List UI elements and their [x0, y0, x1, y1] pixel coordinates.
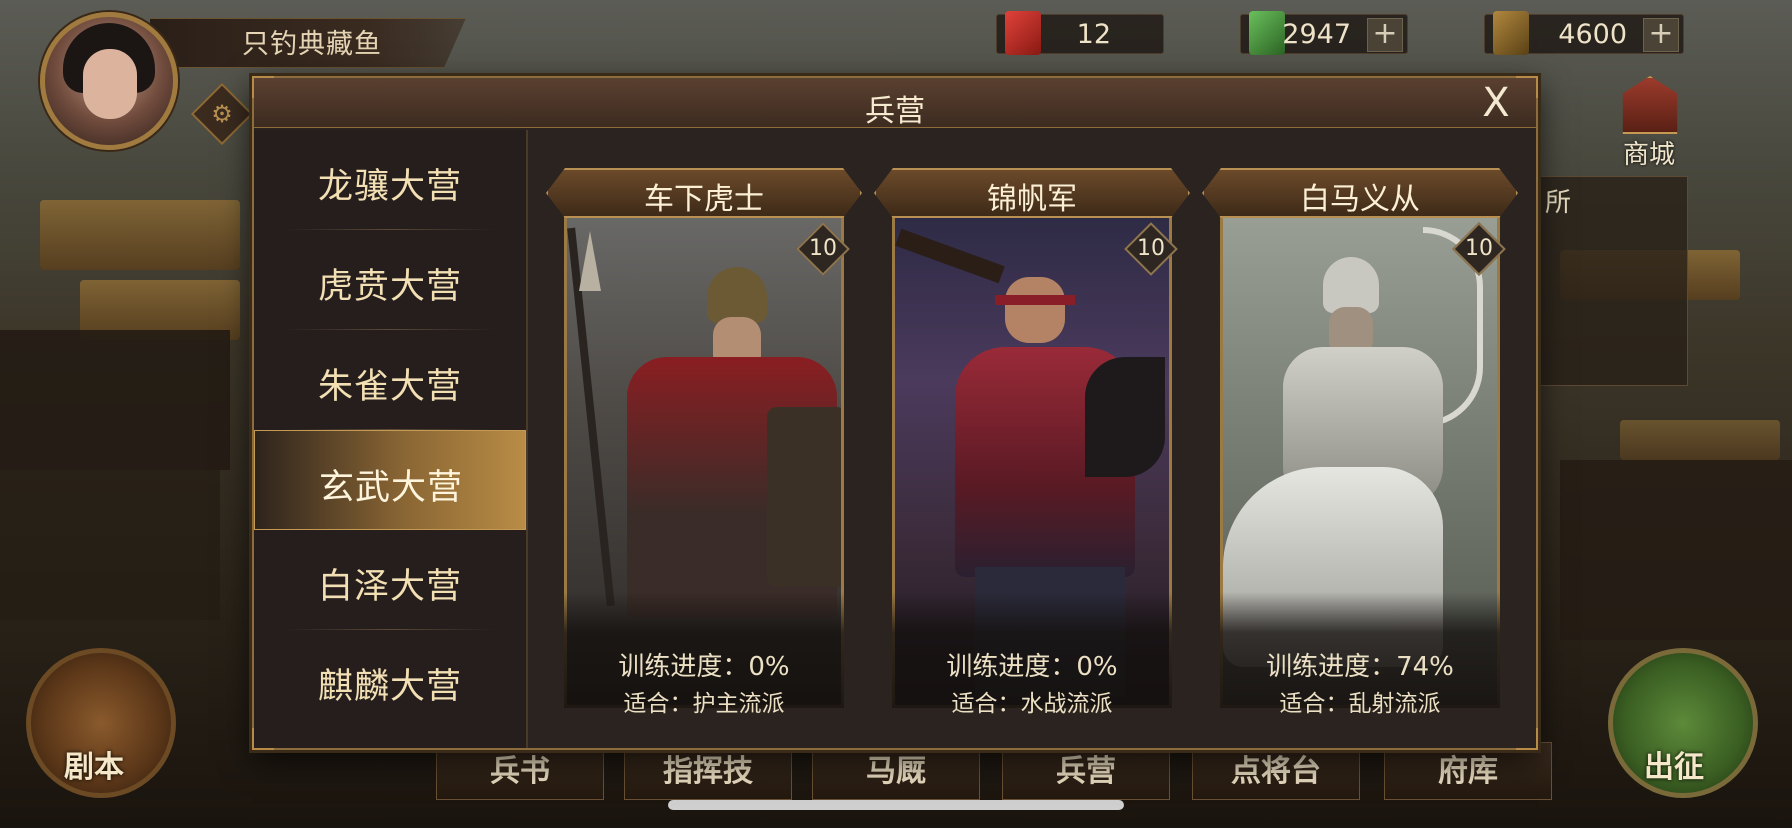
camp-tab-qilin[interactable]: 麒麟大营 — [254, 630, 526, 730]
currency-copper-value: 4600 — [1558, 19, 1627, 50]
unit-title: 锦帆军 — [987, 182, 1077, 217]
camp-tab-zhuque[interactable]: 朱雀大营 — [254, 330, 526, 430]
unit-info: 训练进度：0% 适合：水战流派 — [892, 592, 1172, 717]
unit-card[interactable]: 训练进度：74% 适合：乱射流派 白马义从 10 — [1202, 168, 1518, 718]
unit-info: 训练进度：74% 适合：乱射流派 — [1220, 592, 1500, 717]
currency-jade-value: 2947 — [1282, 19, 1351, 50]
unit-level: 10 — [1465, 236, 1493, 261]
close-button[interactable]: X — [1474, 82, 1518, 126]
bottom-tab-label: 指挥技 — [663, 754, 753, 789]
close-icon: X — [1482, 80, 1510, 126]
unit-title: 车下虎士 — [644, 182, 764, 217]
camp-tab-list: 龙骧大营 虎贲大营 朱雀大营 玄武大营 白泽大营 麒麟大营 — [254, 130, 526, 748]
dialog-title: 兵营 — [865, 94, 925, 129]
dialog-header: 兵营 X — [254, 78, 1536, 129]
unit-style: 适合：护主流派 — [623, 691, 785, 717]
camp-tab-label: 麒麟大营 — [317, 667, 462, 707]
currency-jade: 2947 + — [1240, 11, 1408, 55]
unit-title: 白马义从 — [1300, 182, 1420, 217]
unit-card[interactable]: 训练进度：0% 适合：护主流派 车下虎士 10 — [546, 168, 862, 718]
player-avatar[interactable] — [40, 12, 178, 150]
camp-tab-baize[interactable]: 白泽大营 — [254, 530, 526, 630]
camp-tab-label: 龙骧大营 — [317, 167, 462, 207]
player-name: 只钓典藏鱼 — [242, 29, 382, 60]
copper-jade-icon — [1493, 11, 1529, 55]
home-indicator[interactable] — [668, 800, 1124, 810]
bottom-tab-label: 兵营 — [1056, 754, 1116, 789]
barracks-dialog: 兵营 X 龙骧大营 虎贲大营 朱雀大营 玄武大营 白泽大营 麒麟大营 训练进度：… — [252, 76, 1538, 750]
script-button-label: 剧本 — [64, 750, 124, 785]
bottom-tab-stable[interactable]: 马厩 — [812, 742, 980, 800]
add-jade-button[interactable]: + — [1367, 18, 1403, 52]
shop-icon — [1622, 76, 1678, 134]
tab-divider — [526, 130, 528, 748]
unit-style: 适合：水战流派 — [951, 691, 1113, 717]
bottom-tab-barracks[interactable]: 兵营 — [1002, 742, 1170, 800]
unit-info: 训练进度：0% 适合：护主流派 — [564, 592, 844, 717]
currency-token: 12 — [996, 11, 1164, 55]
bottom-tab-label: 点将台 — [1231, 754, 1321, 789]
camp-tab-huben[interactable]: 虎贲大营 — [254, 230, 526, 330]
camp-tab-xuanwu[interactable]: 玄武大营 — [254, 430, 526, 530]
unit-level: 10 — [1137, 236, 1165, 261]
bottom-tab-bingshu[interactable]: 兵书 — [436, 742, 604, 800]
bottom-tab-label: 府库 — [1438, 754, 1498, 789]
bottom-tab-treasury[interactable]: 府库 — [1384, 742, 1552, 800]
unit-level: 10 — [809, 236, 837, 261]
camp-tab-label: 朱雀大营 — [317, 367, 462, 407]
bottom-tab-label: 兵书 — [490, 754, 550, 789]
camp-tab-label: 虎贲大营 — [317, 267, 462, 307]
bottom-tab-label: 马厩 — [866, 754, 926, 789]
shop-label: 商城 — [1622, 140, 1675, 170]
training-progress: 训练进度：0% — [618, 652, 790, 682]
unit-card[interactable]: 训练进度：0% 适合：水战流派 锦帆军 10 — [874, 168, 1190, 718]
march-button-label: 出征 — [1644, 750, 1704, 785]
training-progress: 训练进度：74% — [1266, 652, 1454, 682]
training-progress: 训练进度：0% — [946, 652, 1118, 682]
gear-icon: ⚙ — [211, 100, 233, 128]
currency-copper: 4600 + — [1484, 11, 1684, 55]
camp-tab-label: 玄武大营 — [318, 468, 463, 508]
camp-tab-label: 白泽大营 — [317, 567, 462, 607]
bottom-tab-general-stage[interactable]: 点将台 — [1192, 742, 1360, 800]
add-copper-button[interactable]: + — [1643, 18, 1679, 52]
side-panel-label: 所 — [1545, 188, 1572, 218]
bottom-tab-command[interactable]: 指挥技 — [624, 742, 792, 800]
unit-style: 适合：乱射流派 — [1279, 691, 1441, 717]
currency-token-value: 12 — [1076, 19, 1111, 50]
red-token-icon — [1005, 11, 1041, 55]
jade-icon — [1249, 11, 1285, 55]
shop-button[interactable]: 商城 — [1604, 72, 1694, 170]
camp-tab-longxiang[interactable]: 龙骧大营 — [254, 130, 526, 230]
